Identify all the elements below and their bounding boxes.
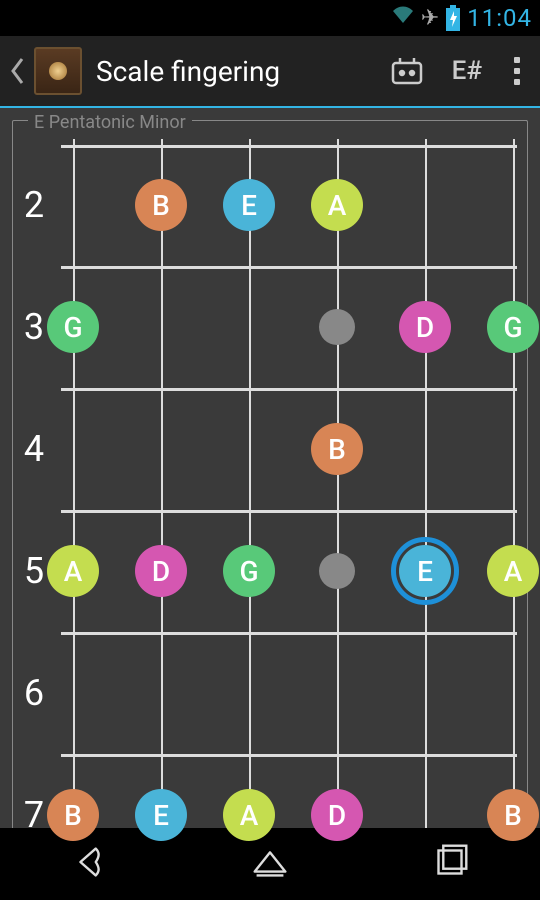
note-D[interactable]: D <box>399 301 451 353</box>
overflow-menu[interactable] <box>510 53 524 89</box>
page-title: Scale fingering <box>96 55 382 88</box>
wifi-icon <box>391 5 415 31</box>
note-D[interactable]: D <box>135 545 187 597</box>
fret-line <box>61 632 517 635</box>
note-G[interactable]: G <box>223 545 275 597</box>
fret-line <box>61 510 517 513</box>
note-E[interactable]: E <box>399 545 451 597</box>
string-2 <box>161 139 163 828</box>
fret-inlay <box>319 309 355 345</box>
fretboard-section: E Pentatonic Minor 234567BEAGDGBADGEABEA… <box>0 108 540 828</box>
note-G[interactable]: G <box>47 301 99 353</box>
app-icon[interactable] <box>34 47 82 95</box>
airplane-icon: ✈ <box>421 6 439 31</box>
note-G[interactable]: G <box>487 301 539 353</box>
status-bar: ✈ 11:04 <box>0 0 540 36</box>
note-A[interactable]: A <box>223 789 275 841</box>
note-A[interactable]: A <box>487 545 539 597</box>
fretboard[interactable]: 234567BEAGDGBADGEABEADB <box>13 139 527 828</box>
string-4 <box>337 139 339 828</box>
nav-home-button[interactable] <box>247 839 293 889</box>
note-A[interactable]: A <box>47 545 99 597</box>
fret-number: 6 <box>13 672 55 714</box>
tuner-icon[interactable] <box>390 56 424 86</box>
fret-number: 2 <box>13 184 55 226</box>
note-B[interactable]: B <box>487 789 539 841</box>
back-button[interactable] <box>8 53 26 89</box>
fret-line <box>61 266 517 269</box>
note-A[interactable]: A <box>311 179 363 231</box>
fret-line <box>61 388 517 391</box>
note-B[interactable]: B <box>47 789 99 841</box>
nav-recent-button[interactable] <box>427 839 473 889</box>
note-D[interactable]: D <box>311 789 363 841</box>
note-E[interactable]: E <box>135 789 187 841</box>
fret-line <box>61 145 517 148</box>
string-1 <box>73 139 75 828</box>
note-B[interactable]: B <box>311 423 363 475</box>
note-E[interactable]: E <box>223 179 275 231</box>
action-bar: Scale fingering E# <box>0 36 540 108</box>
nav-back-button[interactable] <box>67 839 113 889</box>
fret-number: 4 <box>13 428 55 470</box>
string-5 <box>425 139 427 828</box>
note-B[interactable]: B <box>135 179 187 231</box>
enharmonic-toggle[interactable]: E# <box>452 56 482 86</box>
fret-inlay <box>319 553 355 589</box>
status-time: 11:04 <box>467 4 532 32</box>
string-3 <box>249 139 251 828</box>
fret-line <box>61 754 517 757</box>
battery-icon <box>445 5 461 31</box>
scale-name-label: E Pentatonic Minor <box>28 112 192 133</box>
string-6 <box>513 139 515 828</box>
